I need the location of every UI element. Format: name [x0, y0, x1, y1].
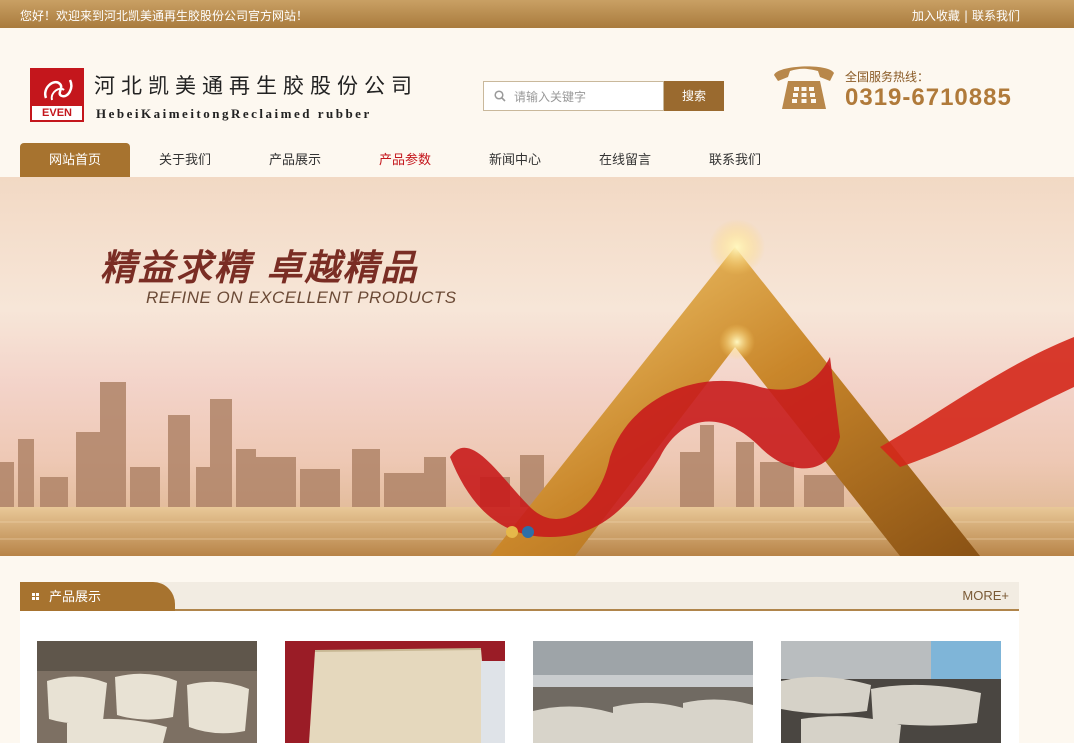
product-image [533, 641, 753, 743]
grid-icon [32, 593, 39, 600]
site-header: EVEN 河北凯美通再生胶股份公司 HebeiKaimeitongReclaim… [0, 28, 1074, 143]
company-name-cn: 河北凯美通再生胶股份公司 [94, 74, 418, 98]
product-thumb-1[interactable] [37, 641, 257, 743]
nav-item-products[interactable]: 产品展示 [240, 143, 350, 177]
search-icon [494, 90, 506, 102]
product-thumb-2[interactable] [285, 641, 505, 743]
hotline-label: 全国服务热线： [845, 70, 930, 84]
nav-item-news[interactable]: 新闻中心 [460, 143, 570, 177]
search-button[interactable]: 搜索 [664, 81, 724, 111]
banner-slogan-en: REFINE ON EXCELLENT PRODUCTS [146, 288, 457, 307]
product-section-header: 产品展示 MORE+ [20, 582, 1019, 611]
product-image [37, 641, 257, 743]
product-image [781, 641, 1001, 743]
product-section-tab: 产品展示 [20, 582, 175, 611]
add-bookmark-link[interactable]: 加入收藏 [912, 9, 960, 23]
contact-us-link[interactable]: 联系我们 [972, 9, 1020, 23]
hotline-number: 0319-6710885 [845, 84, 1012, 111]
slider-dot-1[interactable] [506, 526, 518, 538]
nav-item-parameters[interactable]: 产品参数 [350, 143, 460, 177]
banner-slogan-cn: 精益求精 卓越精品 [100, 248, 419, 289]
slider-dot-2[interactable] [522, 526, 534, 538]
banner-artwork [0, 219, 1074, 556]
search-input[interactable] [514, 87, 659, 107]
search-field [483, 81, 664, 111]
product-image [285, 641, 505, 743]
company-name-en: HebeiKaimeitongReclaimed rubber [96, 106, 372, 121]
nav-item-message[interactable]: 在线留言 [570, 143, 680, 177]
top-link-separator: | [963, 9, 968, 23]
more-link[interactable]: MORE+ [962, 588, 1009, 603]
product-thumb-3[interactable] [533, 641, 753, 743]
product-section-title: 产品展示 [49, 590, 102, 605]
nav-item-about[interactable]: 关于我们 [130, 143, 240, 177]
product-thumb-4[interactable] [781, 641, 1001, 743]
logo-text: EVEN [32, 106, 82, 120]
welcome-text: 您好！欢迎来到河北凯美通再生胶股份公司官方网站！ [20, 9, 309, 23]
company-logo[interactable]: EVEN [30, 68, 84, 122]
top-bar: 您好！欢迎来到河北凯美通再生胶股份公司官方网站！ 加入收藏 | 联系我们 [0, 0, 1074, 28]
telephone-icon [774, 66, 834, 109]
hero-banner[interactable]: 精益求精 卓越精品 REFINE ON EXCELLENT PRODUCTS [0, 177, 1074, 556]
product-section: 产品展示 MORE+ [20, 582, 1019, 743]
search-box: 搜索 [483, 81, 724, 111]
logo-swirl-icon [43, 79, 73, 101]
top-links: 加入收藏 | 联系我们 [912, 7, 1020, 24]
skyline-left [0, 382, 544, 507]
nav-item-home[interactable]: 网站首页 [20, 143, 130, 177]
nav-item-contact[interactable]: 联系我们 [680, 143, 790, 177]
